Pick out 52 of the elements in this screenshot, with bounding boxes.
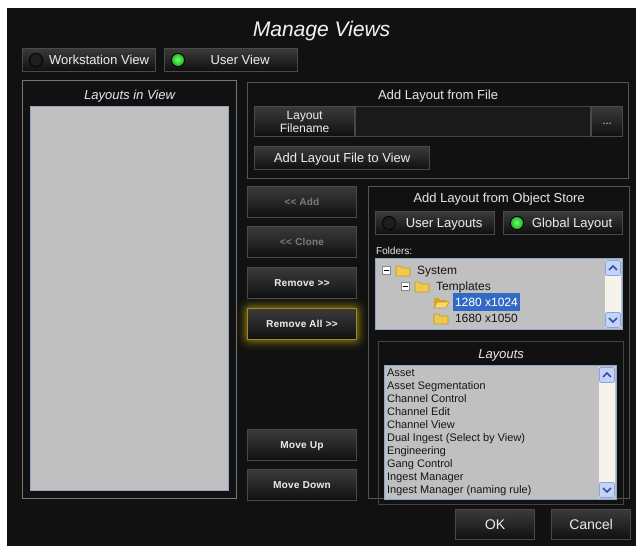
- scroll-down-icon[interactable]: [605, 312, 621, 328]
- panel-title: Add Layout from File: [377, 86, 499, 104]
- list-item[interactable]: Channel View: [387, 419, 597, 432]
- folders-label: Folders:: [376, 245, 412, 259]
- dialog-title: Manage Views: [252, 18, 390, 41]
- dialog-button[interactable]: Cancel: [551, 509, 631, 540]
- toggle-button[interactable]: User View: [164, 48, 298, 72]
- open-folder-icon: [433, 296, 449, 308]
- tree-item[interactable]: 1280 x1024: [453, 293, 520, 311]
- tree-item[interactable]: System: [415, 261, 460, 279]
- list-item[interactable]: Channel Edit: [387, 406, 597, 419]
- indicator-light-icon: [171, 53, 185, 67]
- scroll-up-icon[interactable]: [605, 260, 621, 276]
- panel-title: Layouts in View: [83, 86, 176, 104]
- folder-icon: [414, 280, 430, 292]
- toggle-button[interactable]: User Layouts: [375, 211, 495, 235]
- panel-title: Layouts: [477, 345, 525, 363]
- scroll-up-icon[interactable]: [599, 367, 615, 383]
- folder-icon: [395, 264, 411, 276]
- scrollbar[interactable]: [599, 367, 615, 498]
- list-item[interactable]: Gang Control: [387, 458, 597, 471]
- indicator-light-icon: [510, 216, 524, 230]
- scroll-down-icon[interactable]: [599, 482, 615, 498]
- panel-title: Add Layout from Object Store: [412, 189, 586, 207]
- folder-icon: [433, 312, 449, 324]
- scrollbar[interactable]: [605, 260, 621, 328]
- toggle-button[interactable]: Global Layout: [503, 211, 623, 235]
- list-item[interactable]: Asset: [387, 367, 597, 380]
- list-item[interactable]: Ingest Manager: [387, 471, 597, 484]
- layout-filename-button[interactable]: Layout Filename: [254, 106, 355, 137]
- tree-item[interactable]: Templates: [434, 277, 493, 295]
- dialog-button[interactable]: OK: [455, 509, 535, 540]
- action-button[interactable]: Remove All >>: [247, 308, 357, 340]
- list-item[interactable]: Engineering: [387, 445, 597, 458]
- list-item[interactable]: Dual Ingest (Select by View): [387, 432, 597, 445]
- list-item[interactable]: Ingest Manager (naming rule): [387, 484, 597, 497]
- indicator-light-icon: [29, 53, 43, 67]
- tree-item[interactable]: 1680 x1050: [453, 309, 520, 327]
- folder-tree[interactable]: System Templates 1280 x1024 1680 x1050: [375, 258, 623, 330]
- list-item[interactable]: Channel Control: [387, 393, 597, 406]
- action-button[interactable]: Move Down: [247, 469, 357, 501]
- browse-button[interactable]: ...: [591, 106, 623, 137]
- toggle-button[interactable]: Workstation View: [22, 48, 156, 72]
- layouts-list[interactable]: Asset Asset Segmentation Channel Control Channel Edit Channel View Dual Ingest (Select by View) Engineering Gang Control Ingest Manager Ingest Manager (naming rule): [384, 365, 617, 500]
- collapse-icon[interactable]: [401, 282, 410, 290]
- list-item[interactable]: Asset Segmentation: [387, 380, 597, 393]
- action-button[interactable]: Remove >>: [247, 267, 357, 299]
- filename-field[interactable]: [355, 106, 591, 137]
- add-layout-file-button[interactable]: Add Layout File to View: [254, 146, 430, 170]
- collapse-icon[interactable]: [382, 266, 391, 274]
- action-button[interactable]: Move Up: [247, 429, 357, 461]
- indicator-light-icon: [382, 216, 396, 230]
